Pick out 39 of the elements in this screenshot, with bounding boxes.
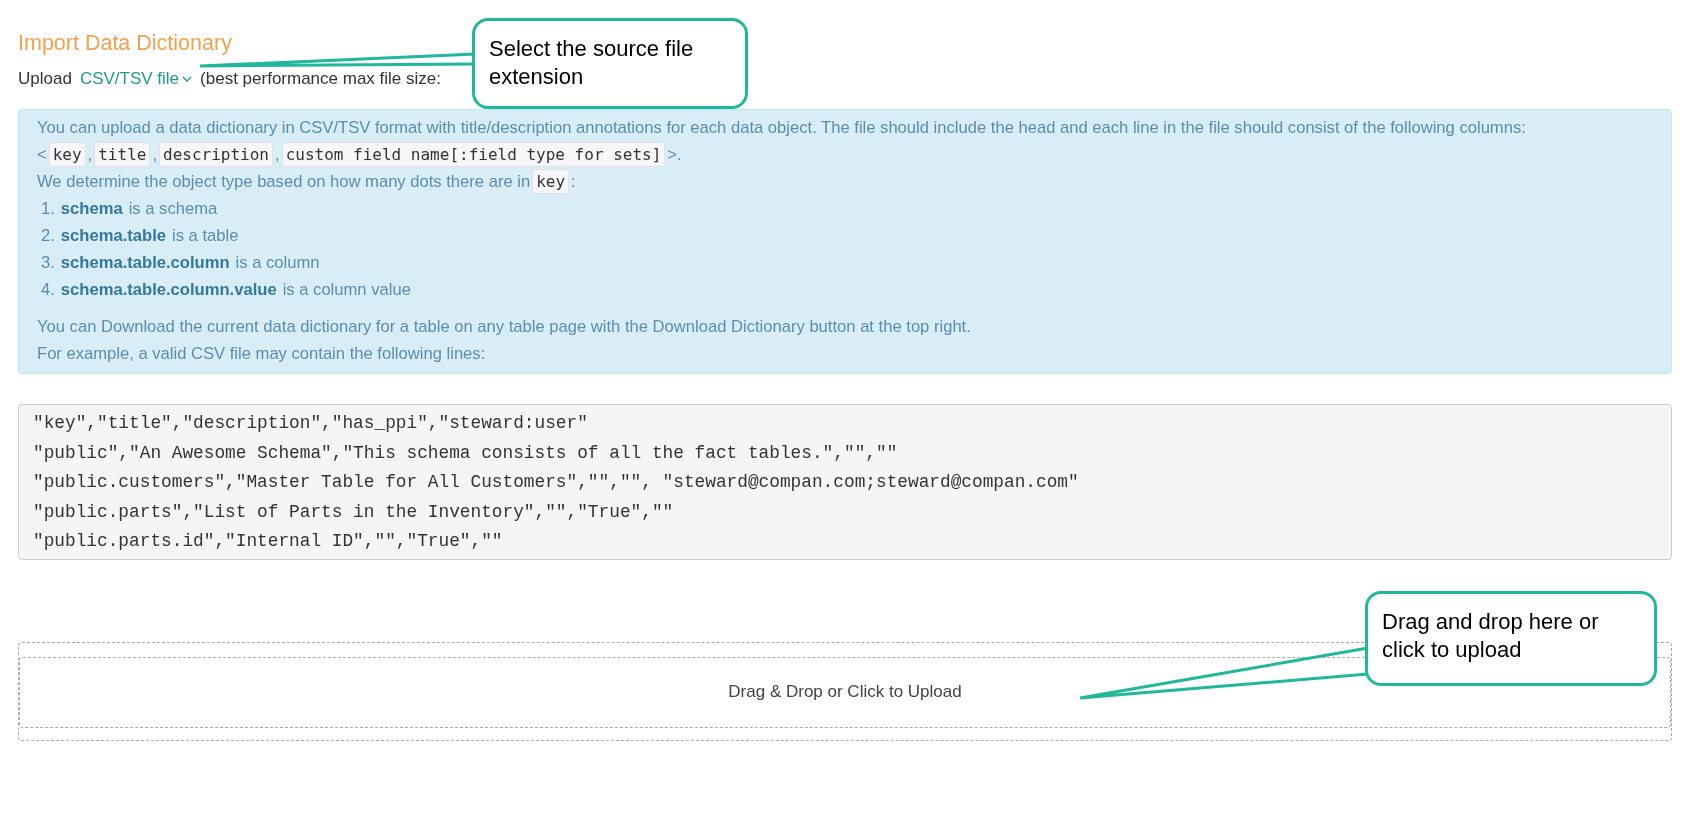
info-text: , — [152, 144, 158, 166]
object-key: schema — [60, 195, 123, 222]
object-key: schema.table.column.value — [60, 276, 277, 303]
code-line: "public.parts.id","Internal ID","","True","" — [33, 530, 504, 553]
chevron-down-icon — [182, 75, 193, 83]
info-text: < — [37, 144, 47, 166]
code-snippet: key — [532, 169, 570, 194]
object-key: schema.table — [60, 222, 166, 249]
file-size-note: (best performance max file size: — [200, 69, 441, 89]
info-text: is a table — [172, 225, 239, 247]
object-key: schema.table.column — [60, 249, 230, 276]
info-text: You can upload a data dictionary in CSV/TSV format with title/description annotations for each data object. The file should include the head and each line in the file should consist of the following columns: — [37, 117, 1527, 139]
list-number: 1. — [41, 198, 55, 220]
info-text: For example, a valid CSV file may contain the following lines: — [37, 343, 487, 365]
upload-label: Upload — [18, 69, 72, 89]
code-line: "public","An Awesome Schema","This schema consists of all the fact tables.","","" — [33, 441, 899, 465]
code-snippet: custom field name[:field type for sets] — [281, 142, 666, 167]
code-line: "public.parts","List of Parts in the Inventory","","True","" — [33, 500, 675, 524]
info-text: You can Download the current data dictionary for a table on any table page with the Download Dictionary button at the top right. — [37, 316, 972, 338]
callout: Select the source file extension — [472, 18, 748, 109]
list-number: 3. — [41, 252, 55, 274]
dropzone-label: Drag & Drop or Click to Upload — [728, 682, 962, 702]
info-text: is a schema — [128, 198, 218, 220]
info-text: is a column — [235, 252, 320, 274]
list-number: 4. — [41, 279, 55, 301]
code-snippet: description — [159, 142, 273, 167]
callout: Drag and drop here or click to upload — [1365, 591, 1657, 686]
info-text: : — [571, 171, 576, 193]
info-text: is a column value — [282, 279, 411, 301]
list-number: 2. — [41, 225, 55, 247]
code-snippet: title — [94, 142, 151, 167]
code-line: "key","title","description","has_ppi","steward:user" — [33, 412, 589, 435]
page-title: Import Data Dictionary — [18, 30, 232, 56]
info-text: >. — [667, 144, 682, 166]
info-text: We determine the object type based on how many dots there are in — [37, 171, 531, 193]
info-text: , — [275, 144, 280, 166]
code-line: "public.customers","Master Table for All Customers","","", "steward@compan.com;steward@compan.com" — [33, 471, 1080, 494]
info-text: , — [87, 144, 93, 166]
code-snippet: key — [48, 142, 86, 167]
